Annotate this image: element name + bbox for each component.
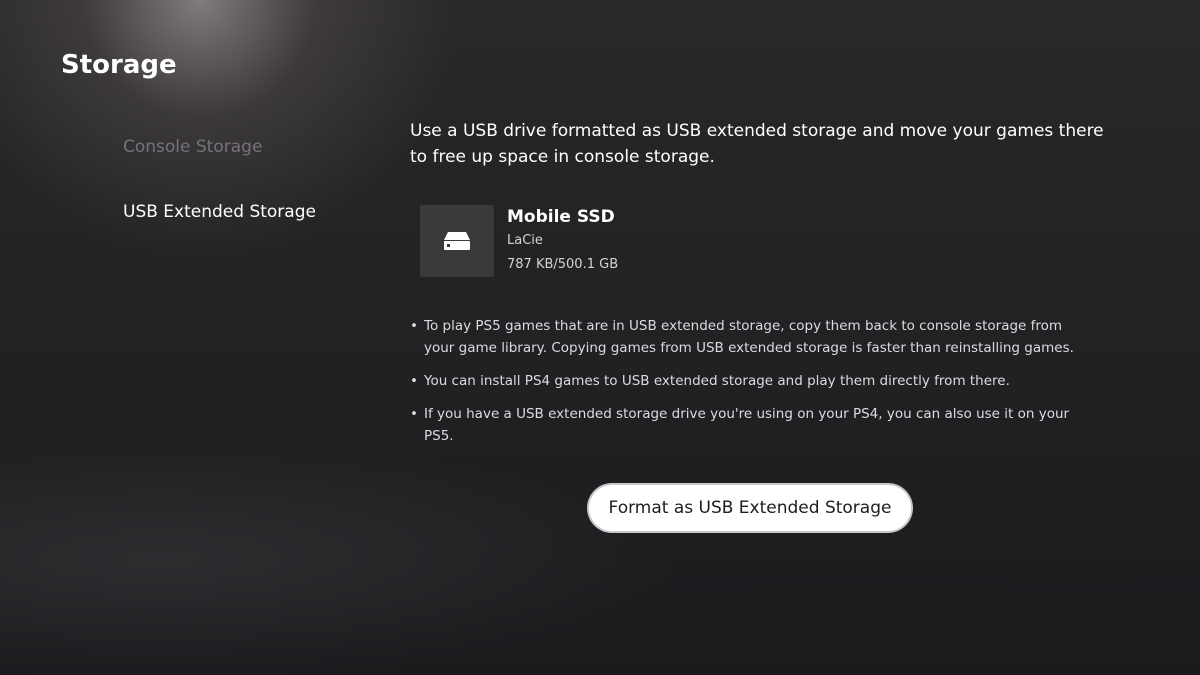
notes-list: To play PS5 games that are in USB extend… [410, 315, 1090, 447]
nav-item-console-storage[interactable]: Console Storage [123, 134, 373, 160]
drive-info: Mobile SSD LaCie 787 KB/500.1 GB [507, 205, 618, 277]
drive-capacity: 787 KB/500.1 GB [507, 257, 619, 272]
drive-tile [420, 205, 494, 277]
drive-card[interactable]: Mobile SSD LaCie 787 KB/500.1 GB [410, 205, 1110, 279]
intro-text: Use a USB drive formatted as USB extende… [410, 121, 1104, 167]
drive-brand: LaCie [507, 233, 543, 248]
external-drive-icon [444, 232, 470, 250]
nav-item-usb-extended-storage[interactable]: USB Extended Storage [123, 199, 373, 225]
page-title: Storage [61, 50, 177, 80]
usb-storage-panel: Use a USB drive formatted as USB extende… [410, 118, 1110, 458]
drive-name: Mobile SSD [507, 207, 615, 227]
note-item: If you have a USB extended storage drive… [410, 403, 1090, 447]
note-item: You can install PS4 games to USB extende… [410, 370, 1090, 392]
format-usb-extended-storage-button[interactable]: Format as USB Extended Storage [589, 485, 911, 531]
note-item: To play PS5 games that are in USB extend… [410, 315, 1090, 359]
storage-nav: Console Storage USB Extended Storage [123, 134, 373, 225]
